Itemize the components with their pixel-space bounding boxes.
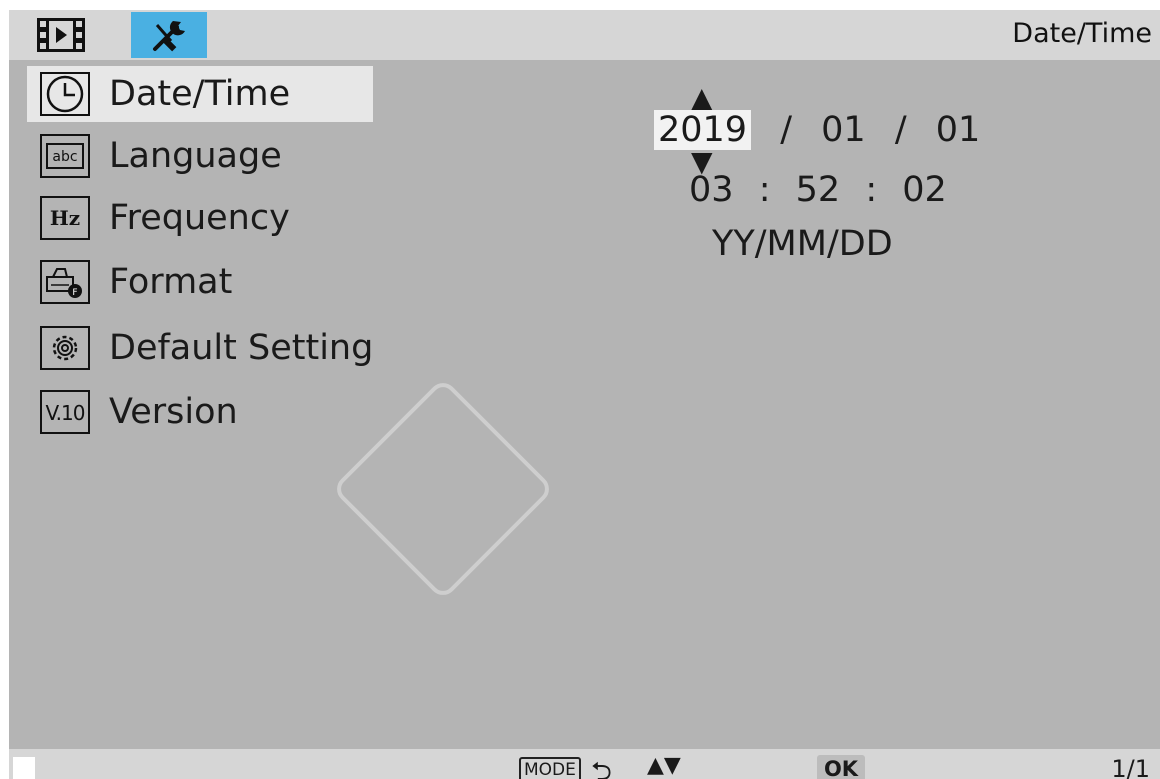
page-title: Date/Time — [1012, 18, 1152, 49]
hz-icon-text: Hz — [50, 206, 80, 230]
abc-icon-text: abc — [52, 149, 77, 165]
menu-label: Format — [109, 262, 233, 302]
ok-button-hint: OK — [817, 755, 865, 779]
menu-label: Language — [109, 136, 282, 176]
clock-icon — [37, 66, 93, 122]
version-icon-text: V.10 — [46, 401, 85, 425]
increase-arrow[interactable]: ▲ — [691, 84, 713, 112]
date-separator: / — [894, 110, 907, 150]
second-field[interactable]: 02 — [902, 170, 947, 210]
wrench-screwdriver-icon — [153, 21, 185, 52]
camera-settings-screen: Date/Time Date/Time abc Language Hz Freq… — [9, 10, 1160, 779]
menu-label: Default Setting — [109, 328, 374, 368]
bottom-bar: MODE ⮌ ▲▼ OK 1/1 — [9, 749, 1160, 779]
date-format-field[interactable]: YY/MM/DD — [712, 224, 893, 264]
tab-settings[interactable] — [131, 12, 207, 58]
menu-item-date-time[interactable]: Date/Time — [27, 66, 373, 122]
day-field[interactable]: 01 — [936, 110, 981, 150]
film-play-icon — [37, 18, 85, 52]
menu-item-format[interactable]: F Format — [27, 254, 373, 310]
back-arrow-icon: ⮌ — [591, 757, 612, 779]
gear-icon — [37, 320, 93, 376]
menu-item-default-setting[interactable]: Default Setting — [27, 320, 373, 376]
menu-item-version[interactable]: V.10 Version — [27, 384, 373, 440]
page-indicator: 1/1 — [1111, 755, 1150, 779]
menu-item-language[interactable]: abc Language — [27, 128, 373, 184]
version-icon: V.10 — [37, 384, 93, 440]
date-separator: / — [780, 110, 793, 150]
mode-button-hint: MODE — [519, 757, 581, 779]
hour-field[interactable]: 03 — [689, 170, 734, 210]
svg-text:F: F — [72, 288, 77, 298]
minute-field[interactable]: 52 — [796, 170, 841, 210]
time-separator: : — [758, 170, 771, 210]
menu-label: Date/Time — [109, 74, 291, 114]
menu-label: Version — [109, 392, 238, 432]
month-field[interactable]: 01 — [821, 110, 866, 150]
hz-icon: Hz — [37, 190, 93, 246]
format-icon: F — [37, 254, 93, 310]
menu-item-frequency[interactable]: Hz Frequency — [27, 190, 373, 246]
tab-playback[interactable] — [31, 12, 91, 58]
date-row: 2019 / 01 / 01 — [654, 110, 980, 150]
time-row: 03 : 52 : 02 — [689, 170, 947, 210]
top-bar: Date/Time — [9, 10, 1160, 60]
time-separator: : — [865, 170, 878, 210]
year-field[interactable]: 2019 — [654, 110, 752, 150]
status-box — [13, 757, 35, 779]
menu-label: Frequency — [109, 198, 290, 238]
up-down-arrows-icon: ▲▼ — [647, 753, 681, 778]
abc-icon: abc — [37, 128, 93, 184]
